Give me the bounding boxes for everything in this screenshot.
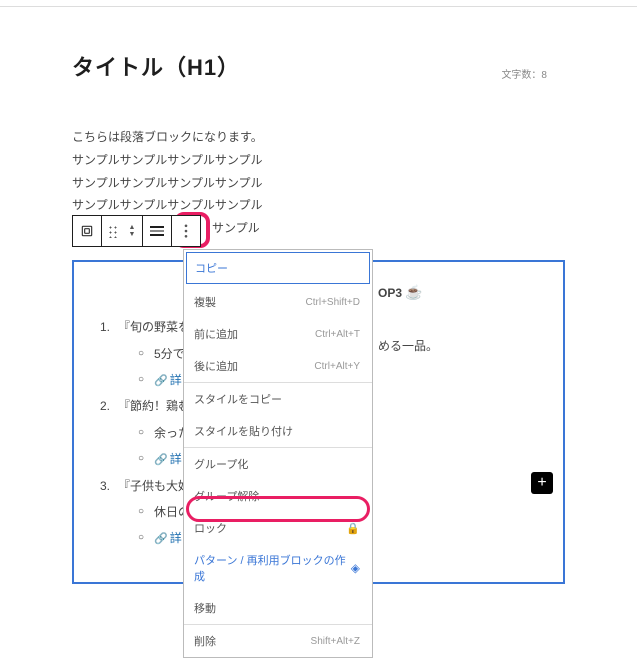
para-line: サンプルサンプルサンプルサンプル <box>72 149 565 172</box>
menu-delete[interactable]: 削除Shift+Alt+Z <box>184 625 372 657</box>
drag-handle-icon[interactable] <box>102 216 122 246</box>
char-count: 文字数：8 <box>501 66 547 81</box>
add-block-button[interactable]: + <box>531 472 553 494</box>
link-icon: 🔗 <box>154 533 168 545</box>
link-icon: 🔗 <box>154 375 168 387</box>
menu-copy[interactable]: コピー <box>186 252 370 284</box>
align-icon[interactable] <box>143 216 171 246</box>
menu-insert-before[interactable]: 前に追加Ctrl+Alt+T <box>184 318 372 350</box>
menu-group[interactable]: グループ化 <box>184 448 372 480</box>
menu-paste-style[interactable]: スタイルを貼り付け <box>184 415 372 447</box>
menu-duplicate[interactable]: 複製Ctrl+Shift+D <box>184 286 372 318</box>
pattern-icon: ◈ <box>351 561 360 575</box>
paragraph-block[interactable]: こちらは段落ブロックになります。 サンプルサンプルサンプルサンプル サンプルサン… <box>72 126 565 217</box>
menu-ungroup[interactable]: グループ解除 <box>184 480 372 512</box>
para-line: サンプルサンプルサンプルサンプル <box>72 172 565 195</box>
block-options-menu: コピー 複製Ctrl+Shift+D 前に追加Ctrl+Alt+T 後に追加Ct… <box>183 249 373 658</box>
heading-overflow: OP3 ☕ <box>378 284 423 301</box>
lock-icon: 🔒 <box>346 522 360 535</box>
para-overflow-text: サンプル <box>212 219 260 236</box>
move-arrows-icon[interactable]: ▲▼ <box>122 216 142 246</box>
more-options-icon[interactable] <box>172 216 200 246</box>
block-type-icon[interactable] <box>73 216 101 246</box>
menu-lock[interactable]: ロック🔒 <box>184 512 372 544</box>
para-line: サンプルサンプルサンプルサンプル <box>72 194 565 217</box>
coffee-icon: ☕ <box>405 284 422 300</box>
text-overflow: める一品。 <box>378 337 438 354</box>
menu-create-pattern[interactable]: パターン / 再利用ブロックの作成◈ <box>184 544 372 592</box>
para-line: こちらは段落ブロックになります。 <box>72 126 565 149</box>
menu-insert-after[interactable]: 後に追加Ctrl+Alt+Y <box>184 350 372 382</box>
link-icon: 🔗 <box>154 454 168 466</box>
page-title[interactable]: タイトル（H1） <box>72 50 565 82</box>
menu-move[interactable]: 移動 <box>184 592 372 624</box>
menu-copy-style[interactable]: スタイルをコピー <box>184 383 372 415</box>
block-toolbar: ▲▼ <box>72 215 201 247</box>
